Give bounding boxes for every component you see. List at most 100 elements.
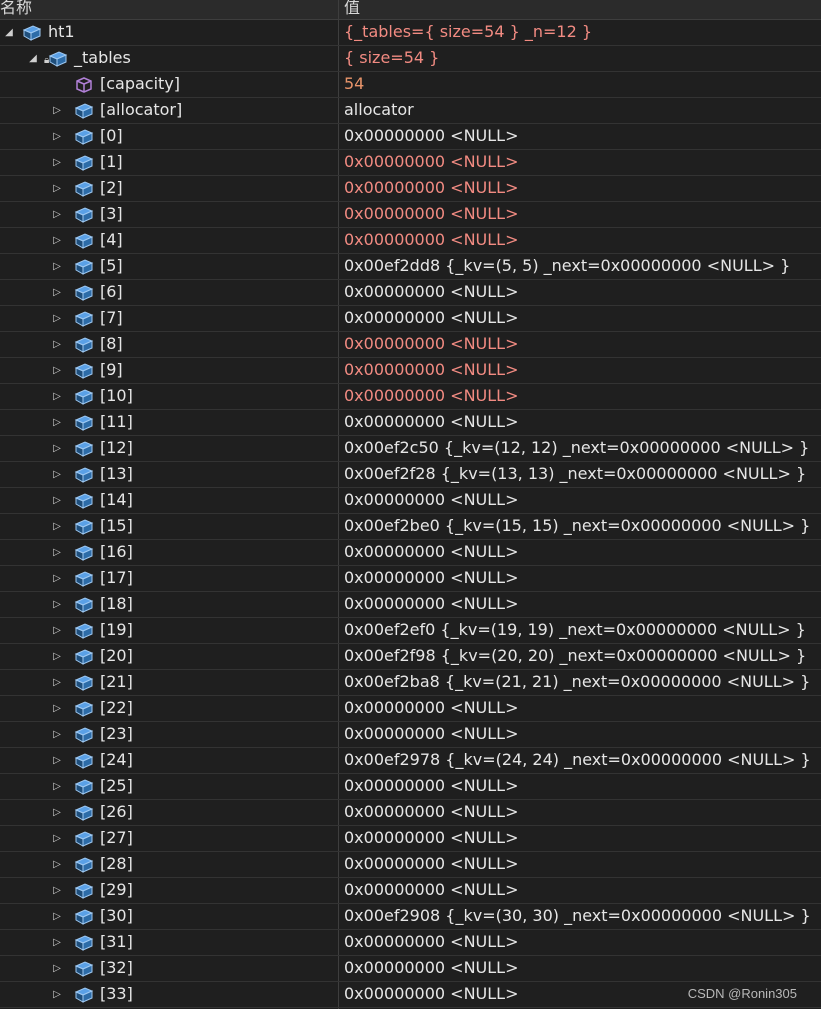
row-value[interactable]: { size=54 } [344, 48, 439, 67]
expand-arrow-icon[interactable]: ▷ [50, 674, 64, 690]
row-value[interactable]: 0x00ef2c50 {_kv=(12, 12) _next=0x0000000… [344, 438, 809, 457]
row-value[interactable]: 0x00000000 <NULL> [344, 178, 519, 197]
expand-arrow-icon[interactable]: ▷ [50, 856, 64, 872]
row-value[interactable]: 0x00000000 <NULL> [344, 334, 519, 353]
row-value[interactable]: 0x00ef2ba8 {_kv=(21, 21) _next=0x0000000… [344, 672, 810, 691]
row-value[interactable]: 0x00000000 <NULL> [344, 308, 519, 327]
expand-arrow-icon[interactable]: ▷ [50, 388, 64, 404]
watch-row[interactable]: ◢ 🔒︎ _tables { size=54 } [0, 46, 821, 72]
watch-row[interactable]: ▷ [6] 0x00000000 <NULL> [0, 280, 821, 306]
row-value[interactable]: 0x00ef2f98 {_kv=(20, 20) _next=0x0000000… [344, 646, 806, 665]
watch-row[interactable]: ▷ [25] 0x00000000 <NULL> [0, 774, 821, 800]
expand-arrow-icon[interactable]: ▷ [50, 934, 64, 950]
watch-row[interactable]: [capacity] 54 [0, 72, 821, 98]
row-value[interactable]: 0x00000000 <NULL> [344, 360, 519, 379]
row-value[interactable]: 0x00000000 <NULL> [344, 490, 519, 509]
row-value[interactable]: 0x00000000 <NULL> [344, 698, 519, 717]
row-value[interactable]: 0x00000000 <NULL> [344, 724, 519, 743]
watch-row[interactable]: ▷ [10] 0x00000000 <NULL> [0, 384, 821, 410]
expand-arrow-icon[interactable]: ▷ [50, 622, 64, 638]
row-value[interactable]: 0x00ef2f28 {_kv=(13, 13) _next=0x0000000… [344, 464, 806, 483]
collapse-arrow-icon[interactable]: ◢ [2, 24, 16, 40]
row-value[interactable]: 0x00000000 <NULL> [344, 776, 519, 795]
watch-row[interactable]: ▷ [18] 0x00000000 <NULL> [0, 592, 821, 618]
row-value[interactable]: {_tables={ size=54 } _n=12 } [344, 22, 592, 41]
row-value[interactable]: 0x00000000 <NULL> [344, 152, 519, 171]
row-value[interactable]: 0x00000000 <NULL> [344, 828, 519, 847]
expand-arrow-icon[interactable]: ▷ [50, 336, 64, 352]
expand-arrow-icon[interactable]: ▷ [50, 752, 64, 768]
watch-row[interactable]: ▷ [20] 0x00ef2f98 {_kv=(20, 20) _next=0x00… [0, 644, 821, 670]
expand-arrow-icon[interactable]: ▷ [50, 154, 64, 170]
watch-row[interactable]: ▷ [11] 0x00000000 <NULL> [0, 410, 821, 436]
expand-arrow-icon[interactable]: ▷ [50, 466, 64, 482]
watch-row[interactable]: ▷ [7] 0x00000000 <NULL> [0, 306, 821, 332]
watch-row[interactable]: ▷ [3] 0x00000000 <NULL> [0, 202, 821, 228]
expand-arrow-icon[interactable]: ▷ [50, 908, 64, 924]
expand-arrow-icon[interactable]: ▷ [50, 570, 64, 586]
column-header-value[interactable]: 值 [344, 0, 360, 18]
expand-arrow-icon[interactable]: ▷ [50, 882, 64, 898]
collapse-arrow-icon[interactable]: ◢ [26, 50, 40, 66]
expand-arrow-icon[interactable]: ▷ [50, 648, 64, 664]
watch-row[interactable]: ▷ [19] 0x00ef2ef0 {_kv=(19, 19) _next=0x00… [0, 618, 821, 644]
expand-arrow-icon[interactable]: ▷ [50, 414, 64, 430]
expand-arrow-icon[interactable]: ▷ [50, 492, 64, 508]
watch-row[interactable]: ▷ [31] 0x00000000 <NULL> [0, 930, 821, 956]
watch-row[interactable]: ▷ [30] 0x00ef2908 {_kv=(30, 30) _next=0x00… [0, 904, 821, 930]
watch-row[interactable]: ▷ [allocator] allocator [0, 98, 821, 124]
column-header-name[interactable]: 名称 [0, 0, 32, 18]
row-value[interactable]: 0x00000000 <NULL> [344, 984, 519, 1003]
watch-row[interactable]: ◢ ht1 {_tables={ size=54 } _n=12 } [0, 20, 821, 46]
row-value[interactable]: 0x00ef2ef0 {_kv=(19, 19) _next=0x0000000… [344, 620, 806, 639]
watch-row[interactable]: ▷ [27] 0x00000000 <NULL> [0, 826, 821, 852]
expand-arrow-icon[interactable]: ▷ [50, 180, 64, 196]
watch-row[interactable]: ▷ [5] 0x00ef2dd8 {_kv=(5, 5) _next=0x00000… [0, 254, 821, 280]
expand-arrow-icon[interactable]: ▷ [50, 206, 64, 222]
expand-arrow-icon[interactable]: ▷ [50, 440, 64, 456]
row-value[interactable]: 0x00ef2be0 {_kv=(15, 15) _next=0x0000000… [344, 516, 810, 535]
watch-row[interactable]: ▷ [0] 0x00000000 <NULL> [0, 124, 821, 150]
expand-arrow-icon[interactable]: ▷ [50, 596, 64, 612]
expand-arrow-icon[interactable]: ▷ [50, 960, 64, 976]
row-value[interactable]: 0x00000000 <NULL> [344, 412, 519, 431]
row-value[interactable]: 0x00000000 <NULL> [344, 282, 519, 301]
watch-row[interactable]: ▷ [16] 0x00000000 <NULL> [0, 540, 821, 566]
expand-arrow-icon[interactable]: ▷ [50, 284, 64, 300]
expand-arrow-icon[interactable]: ▷ [50, 258, 64, 274]
expand-arrow-icon[interactable]: ▷ [50, 726, 64, 742]
watch-row[interactable]: ▷ [14] 0x00000000 <NULL> [0, 488, 821, 514]
watch-row[interactable]: ▷ [4] 0x00000000 <NULL> [0, 228, 821, 254]
row-value[interactable]: 0x00000000 <NULL> [344, 568, 519, 587]
row-value[interactable]: 0x00000000 <NULL> [344, 542, 519, 561]
row-value[interactable]: 0x00000000 <NULL> [344, 880, 519, 899]
row-value[interactable]: 0x00ef2dd8 {_kv=(5, 5) _next=0x00000000 … [344, 256, 790, 275]
row-value[interactable]: 0x00000000 <NULL> [344, 230, 519, 249]
row-value[interactable]: 0x00000000 <NULL> [344, 932, 519, 951]
watch-row[interactable]: ▷ [1] 0x00000000 <NULL> [0, 150, 821, 176]
row-value[interactable]: 0x00000000 <NULL> [344, 854, 519, 873]
expand-arrow-icon[interactable]: ▷ [50, 544, 64, 560]
watch-row[interactable]: ▷ [24] 0x00ef2978 {_kv=(24, 24) _next=0x00… [0, 748, 821, 774]
expand-arrow-icon[interactable]: ▷ [50, 518, 64, 534]
row-value[interactable]: 0x00ef2978 {_kv=(24, 24) _next=0x0000000… [344, 750, 811, 769]
expand-arrow-icon[interactable]: ▷ [50, 778, 64, 794]
watch-row[interactable]: ▷ [12] 0x00ef2c50 {_kv=(12, 12) _next=0x00… [0, 436, 821, 462]
row-value[interactable]: 0x00000000 <NULL> [344, 386, 519, 405]
watch-row[interactable]: ▷ [29] 0x00000000 <NULL> [0, 878, 821, 904]
row-value[interactable]: 54 [344, 74, 364, 93]
expand-arrow-icon[interactable]: ▷ [50, 830, 64, 846]
watch-row[interactable]: ▷ [15] 0x00ef2be0 {_kv=(15, 15) _next=0x00… [0, 514, 821, 540]
expand-arrow-icon[interactable]: ▷ [50, 362, 64, 378]
expand-arrow-icon[interactable]: ▷ [50, 310, 64, 326]
row-value[interactable]: 0x00000000 <NULL> [344, 204, 519, 223]
watch-row[interactable]: ▷ [32] 0x00000000 <NULL> [0, 956, 821, 982]
row-value[interactable]: 0x00ef2908 {_kv=(30, 30) _next=0x0000000… [344, 906, 811, 925]
watch-row[interactable]: ▷ [23] 0x00000000 <NULL> [0, 722, 821, 748]
watch-row[interactable]: ▷ [21] 0x00ef2ba8 {_kv=(21, 21) _next=0x00… [0, 670, 821, 696]
expand-arrow-icon[interactable]: ▷ [50, 102, 64, 118]
row-value[interactable]: 0x00000000 <NULL> [344, 594, 519, 613]
expand-arrow-icon[interactable]: ▷ [50, 986, 64, 1002]
row-value[interactable]: 0x00000000 <NULL> [344, 958, 519, 977]
watch-row[interactable]: ▷ [9] 0x00000000 <NULL> [0, 358, 821, 384]
